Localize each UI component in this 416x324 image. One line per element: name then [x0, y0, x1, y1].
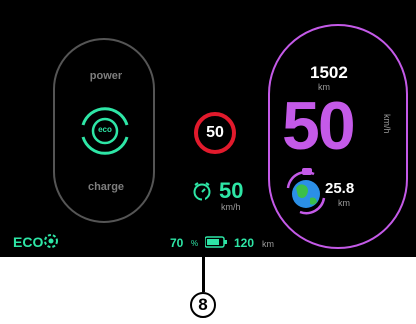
speed-limit-sign: 50: [194, 112, 236, 154]
battery-percent-value: 70: [170, 236, 184, 250]
callout-line: [202, 197, 205, 292]
speed-limit-value: 50: [206, 124, 224, 141]
battery-range-unit: km: [262, 239, 274, 249]
eco-mode-label: ECO: [13, 234, 44, 250]
current-speed-unit: km/h: [382, 114, 392, 134]
eco-leaf-icon: [44, 234, 58, 248]
odometer-value: 1502: [310, 63, 348, 82]
trip-range-unit: km: [338, 198, 350, 208]
eco-badge: eco: [98, 125, 112, 134]
globe-icon: [286, 168, 326, 215]
trip-range-value: 25.8: [325, 180, 355, 197]
callout-marker: 8: [190, 292, 216, 318]
current-speed-value: 50: [282, 88, 356, 164]
battery-icon: [204, 236, 227, 248]
battery-percent-symbol: %: [191, 239, 199, 248]
charge-label: charge: [87, 181, 125, 193]
power-label: power: [89, 70, 123, 82]
callout-label: 8: [198, 295, 208, 314]
dashboard-screen: power charge eco 50 50 km/h 1502 km 50 k…: [0, 0, 416, 257]
battery-range-value: 120: [234, 236, 255, 250]
cruise-speed-unit: km/h: [221, 202, 241, 212]
cruise-speed-value: 50: [219, 178, 244, 203]
